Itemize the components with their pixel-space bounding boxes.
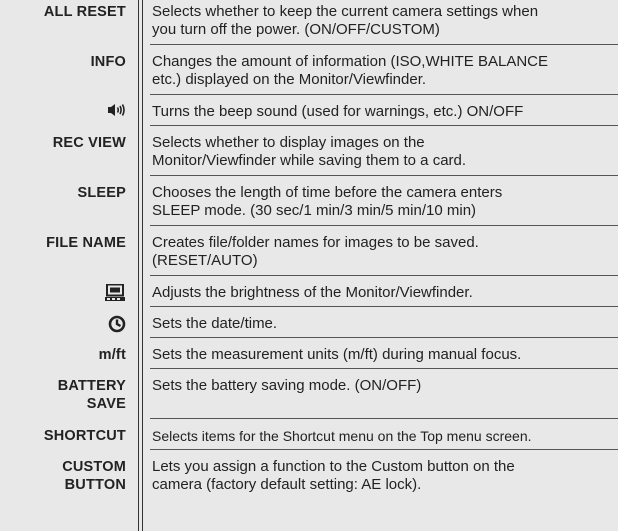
row-description: Chooses the length of time before the ca…	[152, 181, 618, 220]
row-separator	[150, 175, 618, 176]
row-label: REC VIEW	[52, 135, 126, 151]
row-label: m/ft	[98, 347, 126, 363]
row-description-line: Lets you assign a function to the Custom…	[152, 458, 515, 475]
row-label-line: SAVE	[86, 396, 126, 412]
row-description-line: camera (factory default setting: AE lock…	[152, 476, 422, 493]
row-label-line: BATTERY	[57, 378, 126, 394]
row-description: Sets the battery saving mode. (ON/OFF)	[152, 374, 618, 395]
row-description: Lets you assign a function to the Custom…	[152, 455, 618, 494]
row-description-line: Selects whether to display images on the	[152, 134, 425, 151]
row-label: ALL RESET	[43, 4, 126, 20]
row-description: Changes the amount of information (ISO,W…	[152, 50, 618, 89]
row-label: BATTERY SAVE	[0, 374, 126, 413]
row-separator	[150, 125, 618, 126]
row-description-line: Turns the beep sound (used for warnings,…	[152, 103, 524, 120]
row-label: FILE NAME	[46, 235, 126, 251]
column-divider-right	[142, 0, 143, 531]
settings-reference-table: ALL RESET Selects whether to keep the cu…	[0, 0, 618, 531]
row-separator	[150, 44, 618, 45]
row-description-line: you turn off the power. (ON/OFF/CUSTOM)	[152, 21, 440, 38]
monitor-brightness-icon	[104, 283, 126, 307]
row-separator	[150, 275, 618, 276]
row-label	[0, 312, 126, 338]
row-description-line: Creates file/folder names for images to …	[152, 234, 479, 251]
row-separator	[150, 449, 618, 450]
row-label: CUSTOM BUTTON	[0, 455, 126, 494]
row-description: Sets the date/time.	[152, 312, 618, 333]
row-separator	[150, 368, 618, 369]
row-label	[0, 281, 126, 307]
row-separator	[150, 418, 618, 419]
row-description-line: Sets the measurement units (m/ft) during…	[152, 346, 522, 363]
row-description: Adjusts the brightness of the Monitor/Vi…	[152, 281, 618, 302]
row-description: Sets the measurement units (m/ft) during…	[152, 343, 618, 364]
row-description-line: Monitor/Viewfinder while saving them to …	[152, 152, 467, 169]
row-label: SHORTCUT	[43, 428, 126, 444]
row-description-line: etc.) displayed on the Monitor/Viewfinde…	[152, 71, 427, 88]
row-label	[0, 100, 126, 122]
row-description-line: Sets the battery saving mode. (ON/OFF)	[152, 377, 422, 394]
row-separator	[150, 337, 618, 338]
row-description-line: Chooses the length of time before the ca…	[152, 184, 503, 201]
row-separator	[150, 306, 618, 307]
row-description-line: (RESET/AUTO)	[152, 252, 258, 269]
row-description-line: Selects items for the Shortcut menu on t…	[152, 428, 532, 444]
row-label-line: BUTTON	[64, 477, 126, 493]
row-description-line: Adjusts the brightness of the Monitor/Vi…	[152, 284, 473, 301]
row-description-line: SLEEP mode. (30 sec/1 min/3 min/5 min/10…	[152, 202, 477, 219]
row-description: Selects whether to keep the current came…	[152, 0, 618, 39]
row-description-line: Sets the date/time.	[152, 315, 278, 332]
row-description: Turns the beep sound (used for warnings,…	[152, 100, 618, 121]
beep-icon	[108, 103, 126, 122]
column-divider-left	[138, 0, 139, 531]
row-description: Creates file/folder names for images to …	[152, 231, 618, 270]
row-description-line: Selects whether to keep the current came…	[152, 3, 539, 20]
row-description: Selects items for the Shortcut menu on t…	[152, 424, 618, 445]
row-label: INFO	[90, 54, 126, 70]
row-description-line: Changes the amount of information (ISO,W…	[152, 53, 548, 70]
clock-icon	[108, 315, 126, 338]
row-separator	[150, 225, 618, 226]
row-separator	[150, 94, 618, 95]
row-label-line: CUSTOM	[62, 459, 126, 475]
row-label: SLEEP	[77, 185, 126, 201]
row-description: Selects whether to display images on the…	[152, 131, 618, 170]
